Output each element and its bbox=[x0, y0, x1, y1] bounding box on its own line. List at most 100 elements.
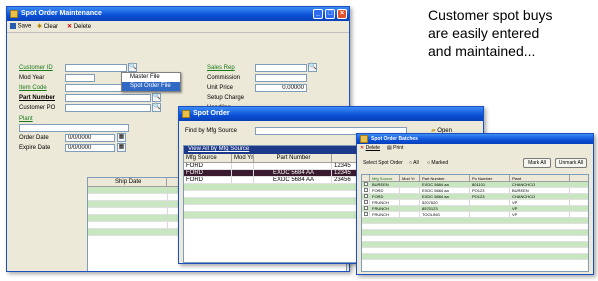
window-title: Spot Order Batches bbox=[371, 136, 418, 142]
customer-id-field[interactable] bbox=[65, 64, 127, 72]
mfg-source-column-header[interactable]: Mfg Source bbox=[184, 154, 232, 162]
grid-header: Mfg Source Mod Yr Part Number Po Number … bbox=[362, 175, 588, 182]
unmark-all-button[interactable]: Unmark All bbox=[555, 158, 587, 168]
plant-label[interactable]: Plant bbox=[19, 116, 33, 122]
delete-label: Delete bbox=[73, 24, 92, 30]
clear-icon: ✱ bbox=[37, 24, 43, 30]
window-title: Spot Order bbox=[193, 110, 230, 117]
callout-line-1: Customer spot buys bbox=[428, 7, 553, 23]
print-button[interactable]: ▤ Print bbox=[387, 145, 403, 151]
ship-date-column-header[interactable]: Ship Date bbox=[88, 178, 168, 186]
app-icon bbox=[182, 110, 190, 118]
delete-button[interactable]: ✕ Delete bbox=[360, 145, 380, 151]
item-code-field[interactable] bbox=[65, 84, 127, 92]
customer-po-label: Customer PO bbox=[19, 105, 56, 111]
commission-field[interactable] bbox=[255, 74, 307, 82]
cell: FORD bbox=[184, 170, 232, 176]
save-button[interactable]: Save bbox=[10, 23, 31, 30]
row-checkbox[interactable] bbox=[362, 200, 370, 205]
printer-icon: ▤ bbox=[387, 145, 392, 151]
menu-item-spot-order-file[interactable]: Spot Order File bbox=[122, 82, 180, 91]
row-checkbox[interactable] bbox=[362, 194, 370, 199]
cell: 801101 bbox=[470, 182, 510, 187]
view-all-link[interactable]: View All by Mfg Source bbox=[188, 146, 249, 152]
callout-text: Customer spot buys are easily entered an… bbox=[428, 6, 598, 60]
cell bbox=[232, 177, 254, 183]
batches-grid: Mfg Source Mod Yr Part Number Po Number … bbox=[361, 174, 589, 272]
minimize-button[interactable]: _ bbox=[313, 9, 323, 19]
sales-rep-lookup-button[interactable]: 🔍 bbox=[308, 63, 317, 72]
cell: CHANCHCO bbox=[510, 182, 570, 187]
cell bbox=[470, 200, 510, 205]
cell: CHANCHCO bbox=[510, 194, 570, 199]
setup-charge-label: Setup Charge bbox=[207, 95, 245, 101]
cell: EXDC 5684 aa bbox=[420, 194, 470, 199]
cell: FORD bbox=[184, 177, 232, 183]
commission-label: Commission bbox=[207, 75, 241, 81]
cell: FRUNCH bbox=[370, 206, 400, 211]
unit-price-field[interactable]: 0.00000 bbox=[255, 84, 307, 92]
order-date-field[interactable]: 0/0/0000 bbox=[65, 134, 115, 142]
part-number-column-header[interactable]: Part Number bbox=[420, 175, 470, 181]
batches-rows: BUREEN EXDC 5684 aa 801101 CHANCHCO FORD EXDC… bbox=[362, 182, 588, 260]
cell bbox=[400, 182, 420, 187]
cell bbox=[470, 206, 510, 211]
cell bbox=[232, 170, 254, 176]
cell: EXDC 5684 aa bbox=[420, 188, 470, 193]
po-number-column-header[interactable]: Po Number bbox=[470, 175, 510, 181]
cell: BUREEN bbox=[370, 182, 400, 187]
cell: PO123 bbox=[470, 194, 510, 199]
row-checkbox[interactable] bbox=[362, 188, 370, 193]
row-checkbox[interactable] bbox=[362, 182, 370, 187]
table-row[interactable] bbox=[362, 254, 588, 260]
customer-po-lookup-button[interactable]: 🔍 bbox=[152, 103, 161, 112]
radio-marked[interactable]: ○ Marked bbox=[427, 160, 448, 166]
cell: EXDC 5684 AA bbox=[254, 170, 332, 176]
mod-year-field[interactable] bbox=[65, 74, 95, 82]
clear-button[interactable]: ✱ Clear bbox=[37, 23, 58, 30]
row-checkbox[interactable] bbox=[362, 206, 370, 211]
customer-id-lookup-button[interactable]: 🔍 bbox=[128, 63, 137, 72]
expire-date-calendar-icon[interactable]: ▦ bbox=[117, 143, 126, 152]
cell: FRUNCH bbox=[370, 200, 400, 205]
menu-item-master-file[interactable]: Master File bbox=[122, 73, 180, 82]
clear-label: Clear bbox=[43, 24, 59, 30]
part-number-lookup-button[interactable]: 🔍 bbox=[152, 93, 161, 102]
mod-yr-column-header[interactable]: Mod Yr bbox=[400, 175, 420, 181]
select-spot-order-label: Select Spot Order bbox=[363, 160, 403, 166]
window-title: Spot Order Maintenance bbox=[21, 10, 102, 17]
unit-price-label: Unit Price bbox=[207, 85, 234, 91]
sales-rep-label[interactable]: Sales Rep bbox=[207, 65, 235, 71]
row-checkbox[interactable] bbox=[362, 212, 370, 217]
part-number-field[interactable] bbox=[65, 94, 151, 102]
cell: FRUNCH bbox=[370, 212, 400, 217]
order-date-calendar-icon[interactable]: ▦ bbox=[117, 133, 126, 142]
expire-date-field[interactable]: 0/0/0000 bbox=[65, 144, 115, 152]
sales-rep-field[interactable] bbox=[255, 64, 307, 72]
plant-column-header[interactable]: Plant bbox=[510, 175, 570, 181]
part-number-column-header[interactable]: Part Number bbox=[254, 154, 332, 162]
cell bbox=[400, 194, 420, 199]
cell bbox=[400, 188, 420, 193]
mod-yr-column-header[interactable]: Mod Yr bbox=[232, 154, 254, 162]
close-button[interactable]: × bbox=[337, 9, 347, 19]
plant-field[interactable] bbox=[19, 124, 129, 132]
mark-all-button[interactable]: Mark All bbox=[523, 158, 551, 168]
cell bbox=[400, 212, 420, 217]
window-body: ✕ Delete ▤ Print Select Spot Order ○ All… bbox=[357, 144, 593, 274]
cell: BUREEN bbox=[510, 188, 570, 193]
cell: TOOLING bbox=[420, 212, 470, 217]
mod-year-label: Mod Year bbox=[19, 75, 45, 81]
title-bar: Spot Order Maintenance _ □ × bbox=[7, 7, 349, 21]
customer-id-label[interactable]: Customer ID bbox=[19, 65, 53, 71]
item-code-label[interactable]: Item Code bbox=[19, 85, 47, 91]
toolbar bbox=[7, 21, 349, 33]
print-label: Print bbox=[393, 145, 404, 151]
radio-all[interactable]: ○ All bbox=[409, 160, 419, 166]
customer-po-field[interactable] bbox=[65, 104, 151, 112]
mfg-source-column-header[interactable]: Mfg Source bbox=[370, 175, 400, 181]
maximize-button[interactable]: □ bbox=[325, 9, 335, 19]
order-date-label: Order Date bbox=[19, 135, 49, 141]
delete-button[interactable]: ✕ Delete bbox=[67, 23, 91, 30]
title-bar: Spot Order Batches bbox=[357, 134, 593, 144]
